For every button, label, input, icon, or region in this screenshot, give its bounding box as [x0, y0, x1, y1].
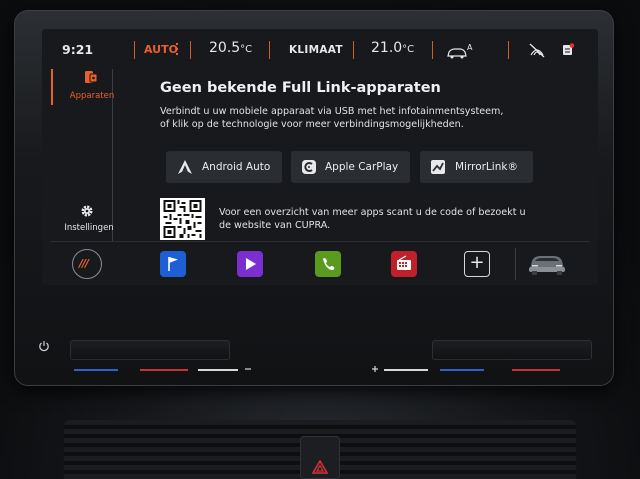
divider [269, 41, 270, 59]
carplay-icon [302, 160, 316, 174]
navigation-app-button[interactable] [160, 251, 186, 277]
sidebar-active-indicator [51, 69, 53, 105]
qr-code [160, 198, 205, 240]
temp-right-value: 21.0 [371, 40, 403, 56]
minus-icon [245, 368, 251, 370]
android-auto-label: Android Auto [202, 161, 271, 173]
power-icon[interactable] [38, 340, 50, 352]
plus-icon [372, 366, 378, 372]
divider [134, 41, 135, 59]
phone-icon [323, 258, 335, 270]
climate-auto-button[interactable]: AUTO [144, 43, 178, 56]
divider [515, 248, 516, 280]
mirrorlink-icon [431, 160, 445, 174]
cold-indicator [440, 369, 484, 371]
infotainment-screen: 9:21 AUTO 20.5°C KLIMAAT 21.0°C A Appara… [42, 29, 598, 285]
cold-indicator [74, 369, 118, 371]
phone-app-button[interactable] [315, 251, 341, 277]
mirrorlink-label: MirrorLink® [455, 161, 518, 173]
divider [50, 241, 590, 242]
right-temperature-slider[interactable] [432, 340, 592, 360]
temp-right-button[interactable]: 21.0°C [371, 40, 414, 56]
temp-unit: °C [402, 44, 415, 55]
vehicle-icon[interactable] [526, 249, 568, 277]
status-bar: 9:21 AUTO 20.5°C KLIMAAT 21.0°C A [42, 29, 598, 69]
no-connection-icon [529, 43, 545, 58]
page-description: Verbindt u uw mobiele apparaat via USB m… [160, 106, 504, 130]
more-dots-icon [176, 43, 178, 55]
car-icon [447, 48, 467, 59]
phone-link-icon[interactable] [84, 70, 98, 84]
cupra-home-button[interactable]: /// [72, 249, 102, 279]
temp-left-value: 20.5 [209, 40, 241, 56]
apple-carplay-label: Apple CarPlay [325, 161, 399, 173]
add-app-button[interactable]: + [464, 251, 490, 277]
clock: 9:21 [62, 42, 94, 57]
temp-left-button[interactable]: 20.5°C [209, 40, 252, 56]
notification-icon[interactable] [562, 43, 574, 56]
gear-icon[interactable] [80, 204, 94, 218]
left-temperature-slider[interactable] [70, 340, 230, 360]
qr-description: Voor een overzicht van meer apps scant u… [219, 207, 526, 231]
apple-carplay-button[interactable]: Apple CarPlay [291, 151, 410, 183]
temp-unit: °C [240, 44, 253, 55]
hot-indicator [512, 369, 560, 371]
radio-icon [397, 255, 411, 270]
divider [353, 41, 354, 59]
climate-menu-button[interactable]: KLIMAAT [289, 44, 343, 56]
mirrorlink-button[interactable]: MirrorLink® [420, 151, 533, 183]
sidebar-item-instellingen[interactable]: Instellingen [60, 223, 118, 233]
car-mode-letter: A [467, 43, 473, 52]
android-auto-icon [178, 160, 192, 174]
hazard-icon [312, 460, 328, 474]
cupra-logo: /// [79, 257, 89, 270]
divider [432, 41, 433, 59]
car-mode-button[interactable]: A [446, 43, 474, 59]
sidebar-item-apparaten[interactable]: Apparaten [64, 91, 120, 101]
level-indicator [198, 369, 238, 371]
hazard-button[interactable] [300, 436, 340, 479]
radio-app-button[interactable] [391, 251, 417, 277]
page-title: Geen bekende Full Link-apparaten [160, 80, 441, 96]
divider [190, 41, 191, 59]
divider [508, 41, 509, 59]
android-auto-button[interactable]: Android Auto [166, 151, 282, 183]
hot-indicator [140, 369, 188, 371]
level-indicator [384, 369, 428, 371]
media-app-button[interactable] [237, 251, 263, 277]
dashboard: 9:21 AUTO 20.5°C KLIMAAT 21.0°C A Appara… [0, 0, 640, 479]
flag-icon [168, 257, 178, 271]
play-icon [246, 258, 256, 270]
